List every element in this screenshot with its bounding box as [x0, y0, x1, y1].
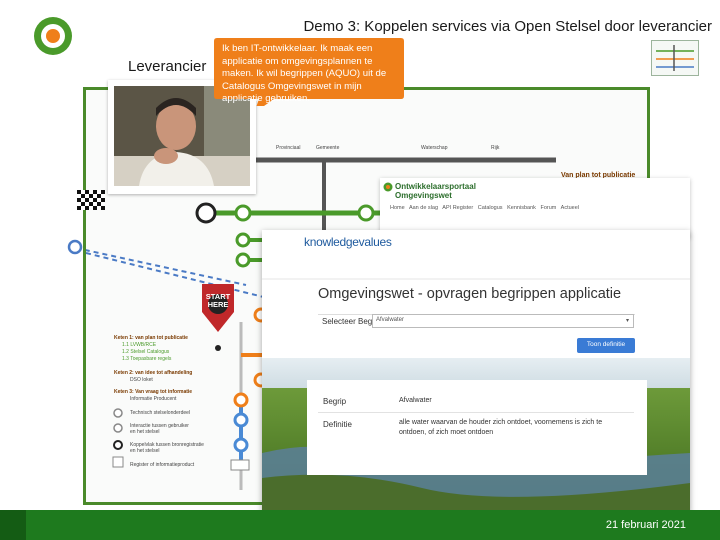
legend-symbols [112, 408, 124, 468]
thumbnail-graphic [656, 45, 694, 71]
speech-bubble-text: Ik ben IT-ontwikkelaar. Ik maak een appl… [222, 43, 387, 105]
finish-flag-icon [77, 190, 105, 210]
portal-logo-icon [383, 182, 393, 192]
portal-nav-kennisbank[interactable]: Kennisbank [507, 205, 536, 211]
start-here-label: START HERE [205, 292, 231, 309]
portal-nav-api-register[interactable]: API Register [442, 205, 473, 211]
portal-nav-catalogus[interactable]: Catalogus [478, 205, 503, 211]
kv-result-definition-value: alle water waarvan de houder zich ontdoe… [399, 419, 603, 436]
kv-select-value: Afvalwater [376, 317, 405, 323]
portal-nav-aan-de-slag[interactable]: Aan de slag [409, 205, 438, 211]
kv-result-term-label: Begrip [323, 397, 347, 406]
actor-label: Leverancier [128, 58, 207, 75]
show-definition-button-label: Toon definitie [586, 341, 626, 348]
kv-result-definition-label: Definitie [323, 420, 352, 429]
portal-nav-forum[interactable]: Forum [540, 205, 556, 211]
kv-page-title: Omgevingswet - opvragen begrippen applic… [318, 286, 622, 302]
footer-accent [0, 510, 26, 540]
kv-result-term-value: Afvalwater [399, 397, 432, 404]
portal-title: Ontwikkelaarsportaal Omgevingswet [395, 182, 476, 200]
start-node-icon [67, 239, 83, 255]
slide-date: 21 februari 2021 [605, 519, 686, 531]
portal-nav-actueel[interactable]: Actueel [561, 205, 579, 211]
metro-map-thumbnail [651, 40, 699, 76]
kv-result-divider [318, 412, 634, 413]
portal-nav-home[interactable]: Home [390, 205, 405, 211]
portal-nav: Home Aan de slag API Register Catalogus … [390, 205, 579, 211]
kv-begrip-select[interactable] [372, 314, 634, 328]
chevron-down-icon: ▾ [626, 318, 630, 324]
slide-title: Demo 3: Koppelen services via Open Stels… [303, 18, 712, 35]
logo-icon [34, 17, 72, 55]
kv-brand-logo: knowledgevalues [304, 235, 392, 249]
